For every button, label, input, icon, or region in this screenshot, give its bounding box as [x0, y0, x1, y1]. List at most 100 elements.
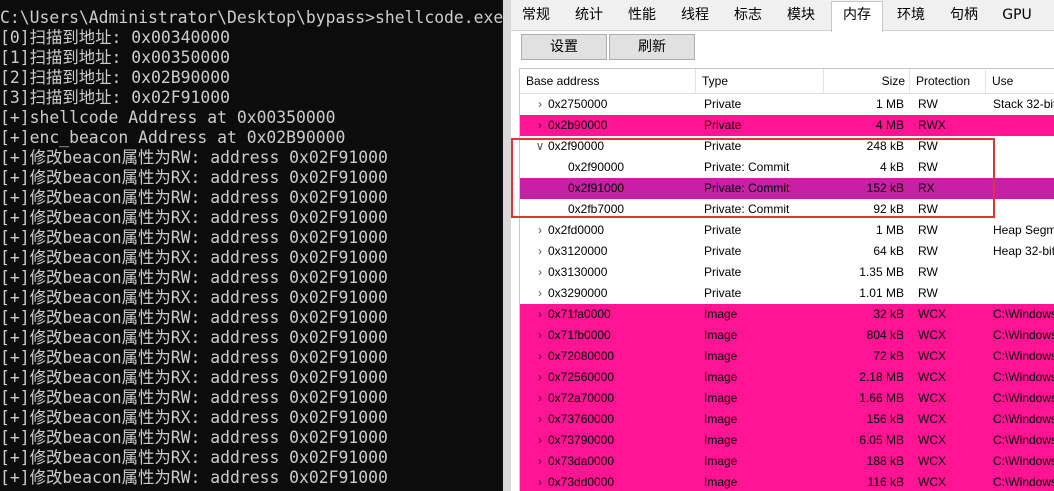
tab-0[interactable]: 常规 — [513, 2, 559, 28]
chevron-right-icon[interactable]: › — [534, 241, 546, 262]
chevron-right-icon[interactable]: › — [534, 325, 546, 346]
cell-size: 1.35 MB — [859, 265, 904, 279]
chevron-right-icon[interactable]: › — [534, 346, 546, 367]
console-line: [+]修改beacon属性为RW: address 0x02F91000 — [0, 428, 388, 447]
table-row[interactable]: › 0x3290000 Private 1.01 MB RW — [520, 283, 1054, 304]
table-row[interactable]: › 0x73760000 Image 156 kB WCX C:\Windows — [520, 409, 1054, 430]
console-line: [+]修改beacon属性为RX: address 0x02F91000 — [0, 368, 388, 387]
tab-3[interactable]: 线程 — [672, 2, 718, 28]
settings-button[interactable]: 设置 — [521, 34, 607, 60]
tab-9[interactable]: GPU — [994, 2, 1040, 28]
tab-2[interactable]: 性能 — [619, 2, 665, 28]
cell-address: › 0x71fa0000 — [520, 304, 696, 325]
chevron-right-icon[interactable]: › — [534, 430, 546, 451]
cell-size: 1 MB — [875, 97, 904, 111]
console-line: [+]修改beacon属性为RW: address 0x02F91000 — [0, 148, 388, 167]
chevron-right-icon[interactable]: › — [534, 283, 546, 304]
chevron-right-icon[interactable]: › — [534, 220, 546, 241]
chevron-right-icon[interactable]: › — [534, 94, 546, 115]
cell-size: 1.66 MB — [859, 391, 904, 405]
cell-size: 116 kB — [867, 475, 904, 489]
table-row[interactable]: › 0x73da0000 Image 188 kB WCX C:\Windows — [520, 451, 1054, 472]
chevron-right-icon[interactable]: › — [534, 409, 546, 430]
cell-use — [993, 136, 1054, 157]
console-line: [+]修改beacon属性为RW: address 0x02F91000 — [0, 388, 388, 407]
console-line: [+]修改beacon属性为RX: address 0x02F91000 — [0, 168, 388, 187]
cell-protection: RW — [918, 139, 938, 153]
tab-8[interactable]: 句柄 — [941, 2, 987, 28]
cell-protection: WCX — [918, 370, 946, 384]
console-line: C:\Users\Administrator\Desktop\bypass>sh… — [0, 8, 503, 27]
tab-7[interactable]: 环境 — [888, 2, 934, 28]
cell-protection: WCX — [918, 349, 946, 363]
table-row[interactable]: › 0x3120000 Private 64 kB RW Heap 32-bit — [520, 241, 1054, 262]
table-row[interactable]: › 0x72560000 Image 2.18 MB WCX C:\Windows — [520, 367, 1054, 388]
address-text: 0x2fd0000 — [548, 223, 605, 237]
chevron-right-icon[interactable]: › — [534, 451, 546, 472]
cell-use: C:\Windows — [993, 433, 1054, 447]
grid-header: Base address Type Size Protection Use — [520, 69, 1054, 94]
cell-address: › 0x2b90000 — [520, 115, 696, 136]
tab-6[interactable]: 内存 — [831, 1, 883, 32]
table-row[interactable]: › 0x71fa0000 Image 32 kB WCX C:\Windows — [520, 304, 1054, 325]
cell-protection: RW — [918, 286, 938, 300]
table-row[interactable]: 0x2fb7000 Private: Commit 92 kB RW — [520, 199, 1054, 220]
cell-use: C:\Windows — [993, 370, 1054, 384]
table-row[interactable]: › 0x72a70000 Image 1.66 MB WCX C:\Windows — [520, 388, 1054, 409]
cell-use: C:\Windows — [993, 454, 1054, 468]
chevron-down-icon[interactable]: ∨ — [534, 136, 546, 157]
cell-address: › 0x3120000 — [520, 241, 696, 262]
table-row[interactable]: › 0x3130000 Private 1.35 MB RW — [520, 262, 1054, 283]
chevron-right-icon[interactable]: › — [534, 304, 546, 325]
chevron-right-icon[interactable]: › — [534, 115, 546, 136]
column-header-protection[interactable]: Protection — [910, 69, 986, 93]
cell-address: › 0x72a70000 — [520, 388, 696, 409]
table-row[interactable]: › 0x73dd0000 Image 116 kB WCX C:\Windows — [520, 472, 1054, 491]
table-row[interactable]: › 0x72080000 Image 72 kB WCX C:\Windows — [520, 346, 1054, 367]
cell-protection: RW — [918, 265, 938, 279]
console-line: [+]修改beacon属性为RX: address 0x02F91000 — [0, 208, 388, 227]
tab-4[interactable]: 标志 — [725, 2, 771, 28]
cell-size: 4 kB — [879, 160, 904, 174]
cell-protection: WCX — [918, 412, 946, 426]
cell-size: 6.05 MB — [859, 433, 904, 447]
window-divider — [503, 0, 511, 491]
table-row[interactable]: › 0x2750000 Private 1 MB RW Stack 32-bit — [520, 94, 1054, 115]
table-row[interactable]: › 0x2b90000 Private 4 MB RWX — [520, 115, 1054, 136]
table-row[interactable]: 0x2f90000 Private: Commit 4 kB RW — [520, 157, 1054, 178]
console-line: [3]扫描到地址: 0x02F91000 — [0, 88, 230, 107]
console-line: [+]修改beacon属性为RW: address 0x02F91000 — [0, 188, 388, 207]
table-row[interactable]: › 0x73790000 Image 6.05 MB WCX C:\Windows — [520, 430, 1054, 451]
cell-address: › 0x2750000 — [520, 94, 696, 115]
cell-use: C:\Windows — [993, 475, 1054, 489]
cell-size: 804 kB — [866, 328, 904, 342]
cell-type: Image — [704, 391, 738, 405]
tab-5[interactable]: 模块 — [778, 2, 824, 28]
tab-1[interactable]: 统计 — [566, 2, 612, 28]
cell-type: Image — [704, 412, 738, 426]
cell-address: › 0x72560000 — [520, 367, 696, 388]
table-row[interactable]: ∨ 0x2f90000 Private 248 kB RW — [520, 136, 1054, 157]
cell-use — [993, 157, 1054, 178]
address-text: 0x73da0000 — [548, 454, 615, 468]
chevron-right-icon[interactable]: › — [534, 262, 546, 283]
chevron-right-icon[interactable]: › — [534, 367, 546, 388]
column-header-use[interactable]: Use — [986, 69, 1054, 93]
chevron-right-icon[interactable]: › — [534, 472, 546, 491]
cell-size: 2.18 MB — [859, 370, 904, 384]
cell-size: 152 kB — [866, 181, 904, 195]
console-line: [+]修改beacon属性为RX: address 0x02F91000 — [0, 328, 388, 347]
column-header-size[interactable]: Size — [824, 69, 910, 93]
cell-protection: RW — [918, 202, 938, 216]
cell-size: 1.01 MB — [859, 286, 904, 300]
column-header-base-address[interactable]: Base address — [520, 69, 696, 93]
address-text: 0x72560000 — [548, 370, 615, 384]
table-row[interactable]: › 0x71fb0000 Image 804 kB WCX C:\Windows — [520, 325, 1054, 346]
cell-type: Private — [704, 139, 742, 153]
refresh-button[interactable]: 刷新 — [609, 34, 695, 60]
chevron-right-icon[interactable]: › — [534, 388, 546, 409]
column-header-type[interactable]: Type — [696, 69, 824, 93]
console-window[interactable]: C:\Users\Administrator\Desktop\bypass>sh… — [0, 0, 503, 491]
table-row[interactable]: ›0x2fd0000 Private 1 MB RW Heap Segment — [520, 220, 1054, 241]
table-row[interactable]: 0x2f91000 Private: Commit 152 kB RX — [520, 178, 1054, 199]
